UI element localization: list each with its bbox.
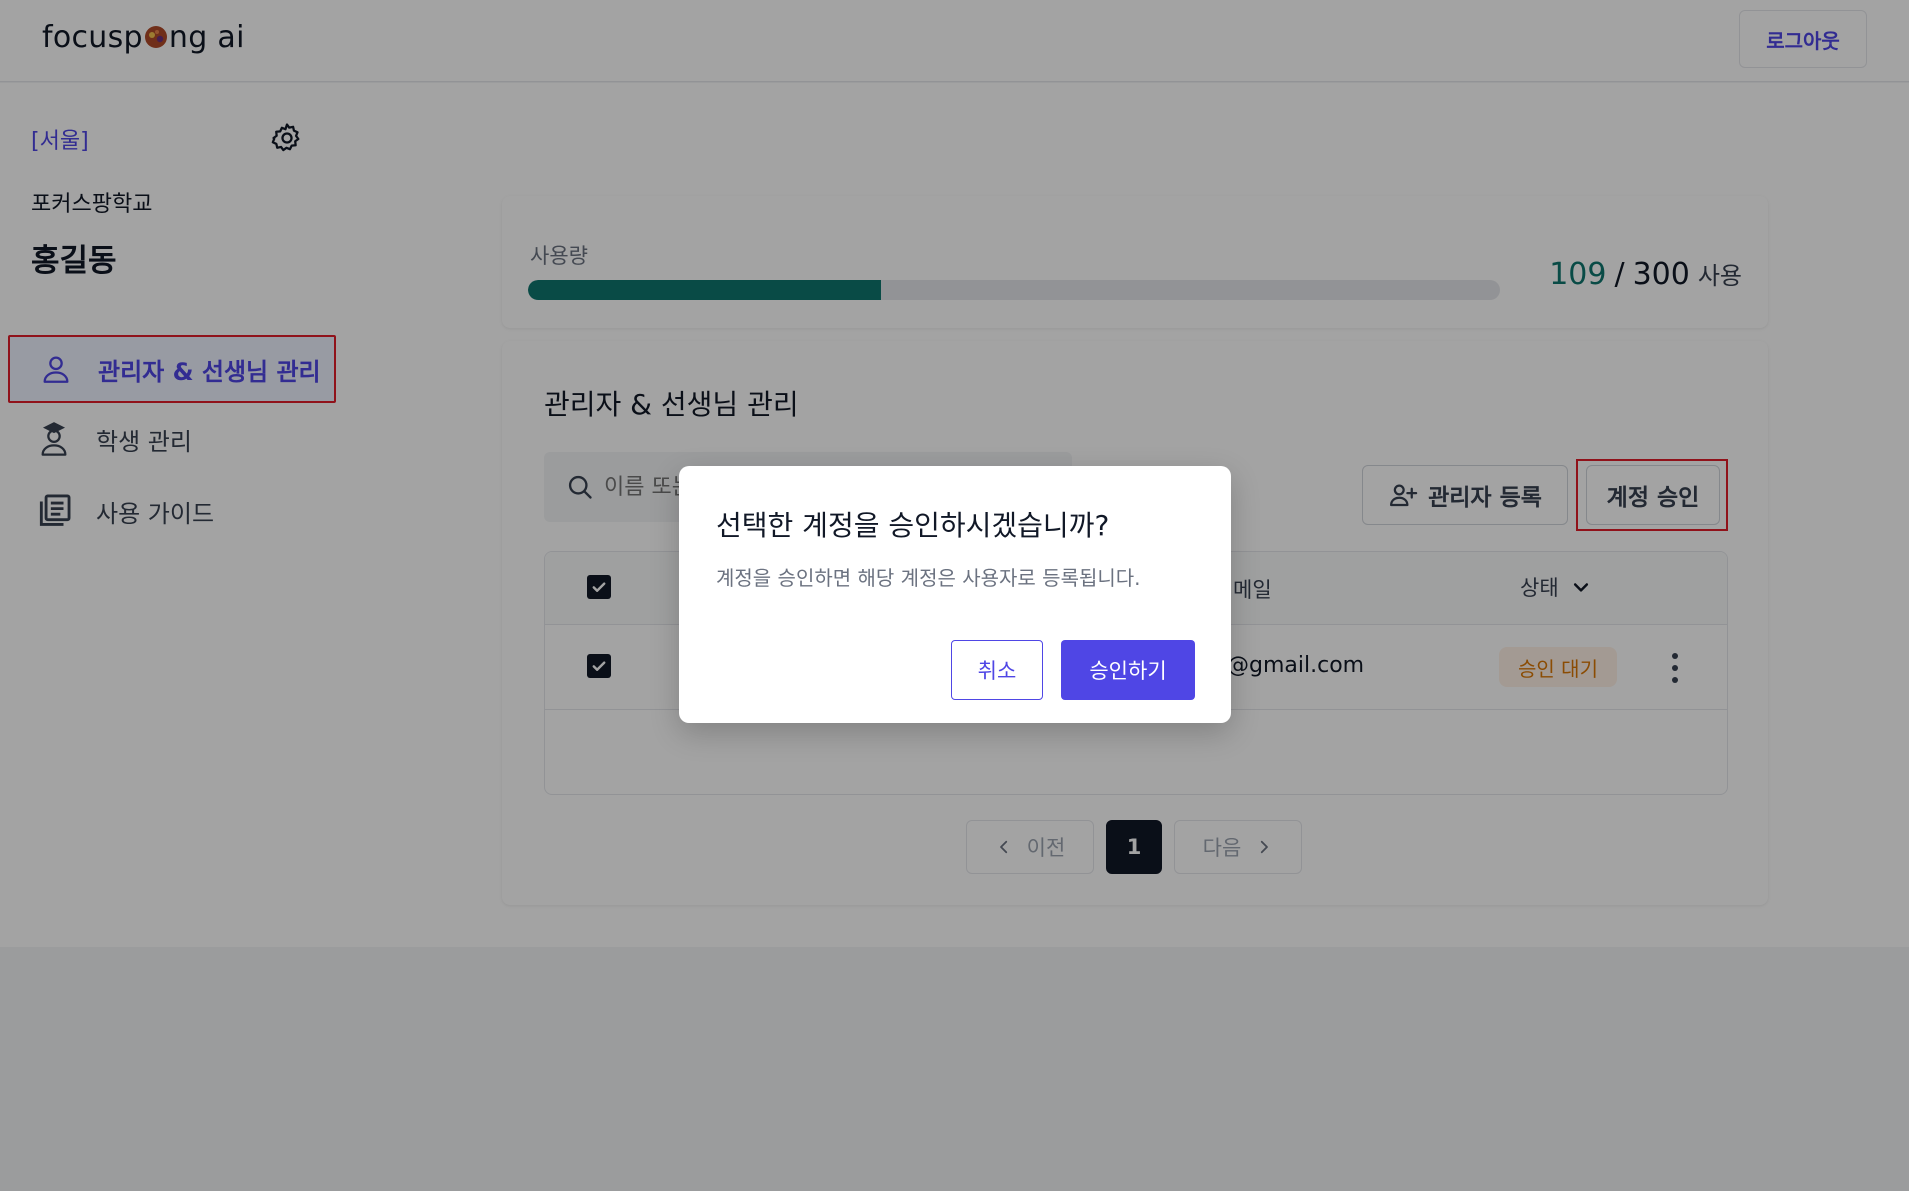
approve-confirm-dialog: 선택한 계정을 승인하시겠습니까? 계정을 승인하면 해당 계정은 사용자로 등… <box>679 466 1231 723</box>
confirm-approve-button[interactable]: 승인하기 <box>1061 640 1195 700</box>
dialog-title: 선택한 계정을 승인하시겠습니까? <box>716 509 1110 542</box>
dialog-description: 계정을 승인하면 해당 계정은 사용자로 등록됩니다. <box>716 566 1141 590</box>
cancel-button[interactable]: 취소 <box>951 640 1043 700</box>
